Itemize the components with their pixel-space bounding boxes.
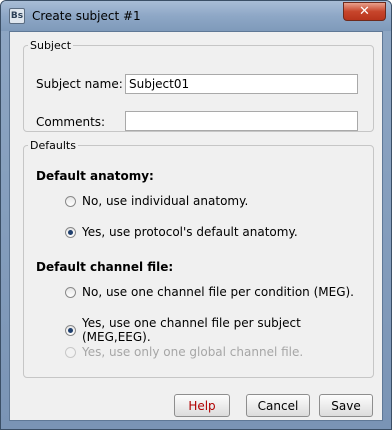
- title-bar[interactable]: Bs Create subject #1 ✕: [1, 1, 391, 31]
- brainstorm-app-icon: Bs: [9, 8, 25, 24]
- subject-name-input[interactable]: [125, 74, 358, 94]
- help-button[interactable]: Help: [174, 394, 230, 417]
- subject-group-legend: Subject: [30, 39, 72, 52]
- default-channel-title: Default channel file:: [36, 260, 174, 274]
- channel-option-per-condition[interactable]: No, use one channel file per condition (…: [65, 285, 354, 299]
- anatomy-option-individual-label: No, use individual anatomy.: [82, 194, 249, 208]
- defaults-group: Defaults Default anatomy: No, use indivi…: [23, 139, 374, 378]
- comments-label: Comments:: [36, 115, 106, 129]
- subject-name-label: Subject name:: [36, 77, 123, 91]
- anatomy-option-default[interactable]: Yes, use protocol's default anatomy.: [65, 225, 298, 239]
- radio-button-selected[interactable]: [65, 226, 76, 238]
- channel-option-per-subject[interactable]: Yes, use one channel file per subject (M…: [65, 316, 373, 344]
- channel-option-per-subject-label: Yes, use one channel file per subject (M…: [81, 316, 301, 344]
- radio-button-disabled: [65, 346, 76, 358]
- save-button[interactable]: Save: [319, 394, 373, 417]
- anatomy-option-default-label: Yes, use protocol's default anatomy.: [82, 225, 298, 239]
- radio-button[interactable]: [65, 195, 76, 207]
- radio-button-selected[interactable]: [65, 324, 76, 336]
- window-title: Create subject #1: [32, 9, 141, 23]
- comments-input[interactable]: [125, 111, 358, 131]
- subject-group: Subject Subject name: Comments:: [23, 39, 374, 132]
- default-anatomy-title: Default anatomy:: [36, 169, 154, 183]
- channel-option-global-label: Yes, use only one global channel file.: [82, 345, 304, 359]
- channel-option-global: Yes, use only one global channel file.: [65, 345, 303, 359]
- radio-button[interactable]: [65, 286, 76, 298]
- close-button[interactable]: ✕: [343, 2, 386, 21]
- close-icon: ✕: [359, 4, 370, 19]
- dialog-content: Subject Subject name: Comments: Defaults…: [9, 31, 383, 421]
- create-subject-dialog: Bs Create subject #1 ✕ Subject Subject n…: [0, 0, 392, 430]
- channel-option-per-condition-label: No, use one channel file per condition (…: [82, 285, 354, 299]
- cancel-button[interactable]: Cancel: [246, 394, 310, 417]
- anatomy-option-individual[interactable]: No, use individual anatomy.: [65, 194, 248, 208]
- defaults-group-legend: Defaults: [30, 139, 76, 152]
